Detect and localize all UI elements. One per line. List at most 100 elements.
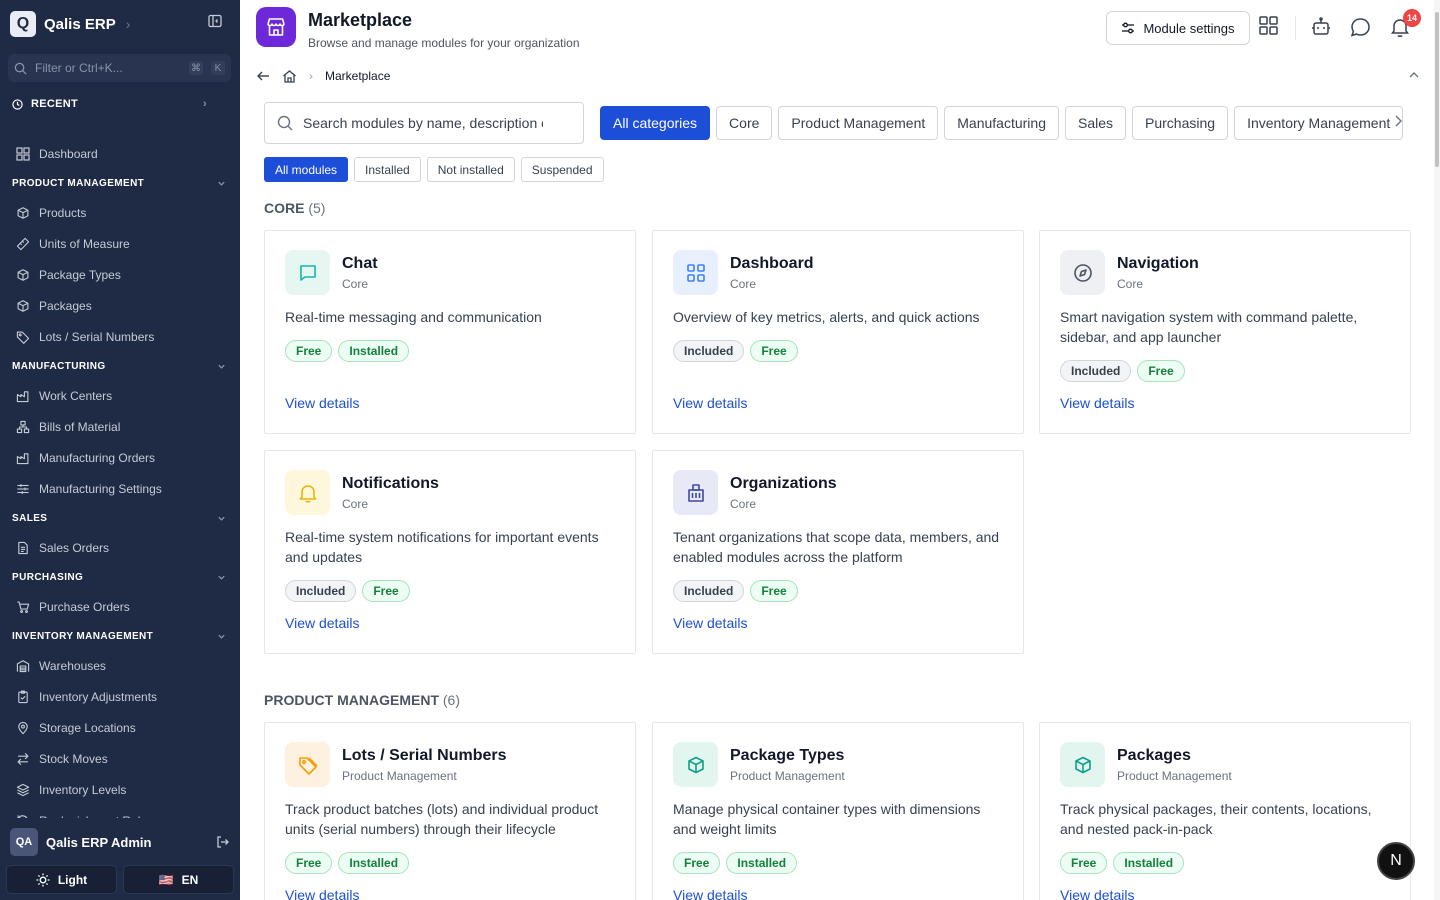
sidebar-section-title: PRODUCT MANAGEMENT [12,177,145,189]
logout-icon[interactable] [216,835,230,849]
module-description: Track physical packages, their contents,… [1060,801,1372,837]
sidebar-collapse-icon[interactable] [208,14,222,28]
module-card-organizations[interactable]: Organizations Core Tenant organizations th… [652,450,1024,654]
sidebar-item-bills-of-material[interactable]: Bills of Material [0,411,240,442]
chevron-up-icon[interactable] [1408,69,1420,81]
tag-included: Included [1060,360,1132,382]
chevron-down-icon [217,632,226,641]
sidebar-item-lots-serial-numbers[interactable]: Lots / Serial Numbers [0,321,240,352]
sidebar-item-storage-locations[interactable]: Storage Locations [0,712,240,743]
sidebar-filter-input[interactable]: Filter or Ctrl+K... ⌘ K [8,54,231,82]
module-card-navigation[interactable]: Navigation Core Smart navigation system wi… [1039,230,1411,434]
tab-manufacturing[interactable]: Manufacturing [944,106,1059,140]
module-search-input[interactable] [303,115,543,131]
sidebar-item-label: Manufacturing Settings [39,481,162,496]
sidebar-item-label: Stock Moves [39,751,108,766]
view-details-link[interactable]: View details [673,887,747,900]
tab-core[interactable]: Core [716,106,773,140]
tag-free: Free [362,580,410,602]
tag-installed: Installed [338,852,410,874]
tab-inventory-management[interactable]: Inventory Management [1234,106,1404,140]
sidebar-item-units-of-measure[interactable]: Units of Measure [0,228,240,259]
sidebar-section-title: MANUFACTURING [12,360,106,372]
view-details-link[interactable]: View details [673,395,747,411]
theme-label: Light [57,872,88,887]
sidebar-item-stock-moves[interactable]: Stock Moves [0,743,240,774]
box-icon [16,268,30,282]
module-title: Navigation [1117,255,1199,272]
tag-free: Free [750,340,798,362]
view-details-link[interactable]: View details [673,615,747,631]
module-tags: Included Free [673,580,798,602]
tag-installed: Installed [726,852,798,874]
module-settings-button[interactable]: Module settings [1106,11,1250,45]
kbd-cmd: ⌘ [189,61,203,75]
tab-sales[interactable]: Sales [1064,106,1127,140]
module-card-package-types[interactable]: Package Types Product Management Manage ph… [652,722,1024,900]
category-tabs: All categories Core Product Management Manu… [600,106,1410,140]
tab-all-categories[interactable]: All categories [600,106,711,140]
tag-icon [285,742,330,787]
recent-toggle[interactable]: RECENT › [12,98,207,110]
sidebar-item-purchase-orders[interactable]: Purchase Orders [0,591,240,622]
module-card-notifications[interactable]: Notifications Core Real-time system notifi… [264,450,636,654]
sidebar-item-sales-orders[interactable]: Sales Orders [0,532,240,563]
sidebar-item-inventory-levels[interactable]: Inventory Levels [0,774,240,805]
sidebar-section-sales[interactable]: SALES [0,504,240,532]
theme-toggle-button[interactable]: Light [6,865,117,894]
module-card-packages[interactable]: Packages Product Management Track physical… [1039,722,1411,900]
section-title-product-management: PRODUCT MANAGEMENT (6) [264,692,460,708]
chat-bubble-icon[interactable] [1350,17,1371,38]
sidebar-item-inventory-adjustments[interactable]: Inventory Adjustments [0,681,240,712]
tag-included: Included [673,580,745,602]
sidebar-item-packages[interactable]: Packages [0,290,240,321]
filter-not-installed[interactable]: Not installed [426,157,515,182]
view-details-link[interactable]: View details [1060,395,1134,411]
view-details-link[interactable]: View details [1060,887,1134,900]
bot-icon[interactable] [1311,17,1331,37]
module-search[interactable] [264,102,584,144]
view-details-link[interactable]: View details [285,395,359,411]
section-count: (6) [442,692,461,708]
tag-included: Included [673,340,745,362]
sidebar-item-warehouses[interactable]: Warehouses [0,650,240,681]
sidebar-section-manufacturing[interactable]: MANUFACTURING [0,352,240,380]
sidebar-item-label: Units of Measure [39,236,130,251]
sidebar-section-purchasing[interactable]: PURCHASING [0,563,240,591]
sidebar-section-inventory-management[interactable]: INVENTORY MANAGEMENT [0,622,240,650]
module-title: Lots / Serial Numbers [342,747,507,764]
scrollbar-thumb[interactable] [1435,12,1439,167]
back-arrow-icon[interactable] [256,69,270,83]
module-card-lots-serial-numbers[interactable]: Lots / Serial Numbers Product Management T… [264,722,636,900]
sidebar-section-title: INVENTORY MANAGEMENT [12,630,154,642]
sidebar-item-manufacturing-settings[interactable]: Manufacturing Settings [0,473,240,504]
language-button[interactable]: 🇺🇸 EN [123,865,234,894]
sidebar-item-work-centers[interactable]: Work Centers [0,380,240,411]
dev-tools-button[interactable]: N [1377,842,1415,880]
filter-suspended[interactable]: Suspended [520,157,604,182]
sidebar-item-dashboard[interactable]: Dashboard [0,138,240,169]
sidebar-item-replenishment-rules[interactable]: Replenishment Rules [0,805,240,818]
home-icon[interactable] [282,69,297,84]
chevron-right-icon[interactable] [1392,114,1404,128]
filter-all-modules[interactable]: All modules [264,157,349,182]
app-switcher[interactable]: Q Qalis ERP › [10,10,130,38]
section-title-core: CORE (5) [264,200,325,216]
filter-installed[interactable]: Installed [354,157,421,182]
module-card-dashboard[interactable]: Dashboard Core Overview of key metrics, al… [652,230,1024,434]
module-card-chat[interactable]: Chat Core Real-time messaging and communic… [264,230,636,434]
section-count: (5) [308,200,326,216]
sidebar-section-product-management[interactable]: PRODUCT MANAGEMENT [0,169,240,197]
app-grid-icon[interactable] [1259,16,1278,35]
tag-free: Free [673,852,721,874]
tab-purchasing[interactable]: Purchasing [1132,106,1229,140]
tab-product-management[interactable]: Product Management [778,106,939,140]
view-details-link[interactable]: View details [285,887,359,900]
module-category: Core [342,277,369,291]
sidebar-item-package-types[interactable]: Package Types [0,259,240,290]
sidebar-item-label: Products [39,205,87,220]
view-details-link[interactable]: View details [285,615,359,631]
sidebar-item-label: Inventory Levels [39,782,127,797]
sidebar-item-manufacturing-orders[interactable]: Manufacturing Orders [0,442,240,473]
sidebar-item-products[interactable]: Products [0,197,240,228]
